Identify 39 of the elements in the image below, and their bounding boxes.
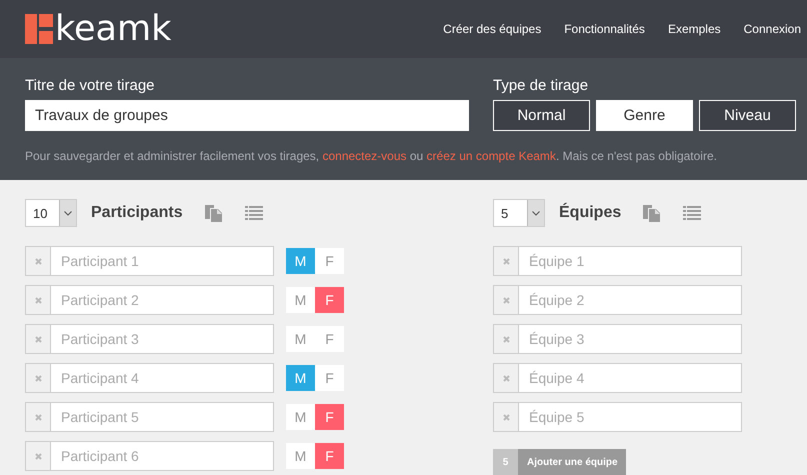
list-icon[interactable] <box>683 206 702 220</box>
caret-icon <box>532 210 540 216</box>
gender-toggle[interactable]: F <box>315 404 344 430</box>
gender-toggle[interactable]: M <box>286 326 315 352</box>
type-button[interactable]: Genre <box>596 100 693 131</box>
logo-text[interactable]: keamk <box>55 12 172 46</box>
field-label: Titre de votre tirage <box>25 77 156 94</box>
gender-toggle[interactable]: F <box>315 248 344 274</box>
link[interactable]: créez un compte Keamk <box>426 149 556 163</box>
list-icon[interactable] <box>244 206 263 220</box>
section-title: Participants <box>91 204 183 222</box>
add-team-button[interactable]: 5 Ajouter une équipe <box>493 449 626 475</box>
nav-link[interactable]: Fonctionnalités <box>564 22 645 36</box>
gender-toggle[interactable]: M <box>286 404 315 430</box>
caret-icon <box>64 210 72 216</box>
nav-link[interactable]: Créer des équipes <box>443 22 542 36</box>
title-input[interactable]: Travaux de groupes <box>25 100 469 131</box>
gender-toggle[interactable]: M <box>286 248 315 274</box>
gender-toggle[interactable]: M <box>286 443 315 469</box>
section-title: Équipes <box>559 204 622 222</box>
count-select[interactable]: 5 <box>493 199 545 227</box>
copy-icon[interactable] <box>643 204 662 222</box>
nav-link[interactable]: Connexion <box>744 22 801 36</box>
gender-toggle[interactable]: F <box>315 443 344 469</box>
link[interactable]: connectez-vous <box>322 149 407 163</box>
logo-icon <box>25 14 53 44</box>
gender-toggle[interactable]: M <box>286 287 315 313</box>
gender-toggle[interactable]: F <box>315 365 344 391</box>
info-text: Pour sauvegarder et administrer facilement vos tirages, connectez-vous ou créez un compte Keamk. Mais ce n'est pas obligatoire. <box>25 149 718 163</box>
type-button[interactable]: Normal <box>493 100 590 131</box>
count-badge: 5 <box>493 449 518 475</box>
gender-toggle[interactable]: F <box>315 287 344 313</box>
nav-link[interactable]: Exemples <box>668 22 721 36</box>
count-select[interactable]: 10 <box>25 199 77 227</box>
field-label: Type de tirage <box>493 77 590 94</box>
copy-icon[interactable] <box>204 204 223 222</box>
gender-toggle[interactable]: M <box>286 365 315 391</box>
type-button[interactable]: Niveau <box>699 100 796 131</box>
gender-toggle[interactable]: F <box>315 326 344 352</box>
